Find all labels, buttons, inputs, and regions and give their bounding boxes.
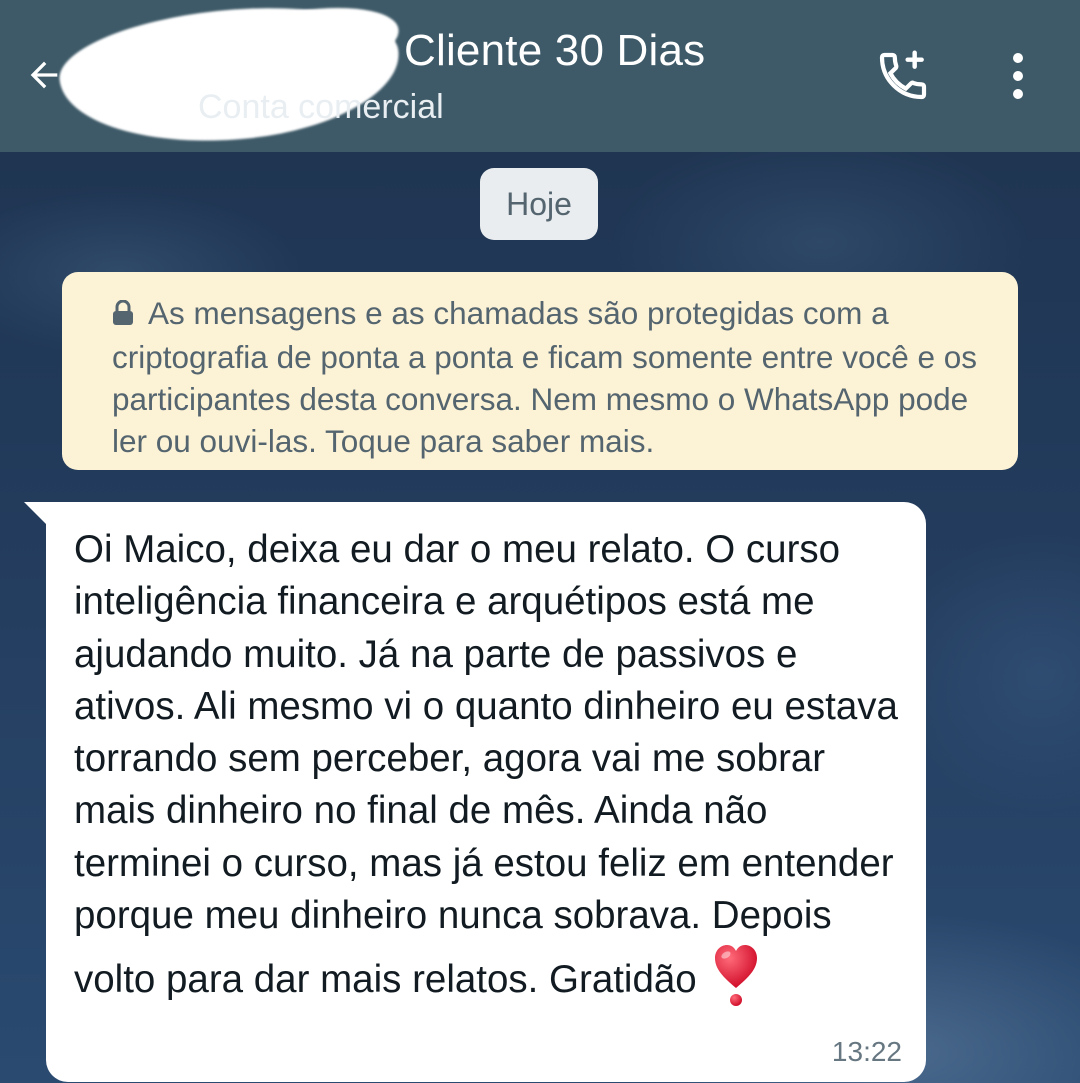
add-call-button[interactable]: [868, 44, 938, 108]
message-body: Oi Maico, deixa eu dar o meu relato. O c…: [74, 528, 898, 1002]
chat-header: Cliente 30 Dias Conta comercial: [0, 0, 1080, 158]
date-separator: Hoje: [480, 168, 598, 240]
chat-area[interactable]: Hoje As mensagens e as chamadas são prot…: [0, 152, 1080, 1083]
bubble-tail: [24, 502, 48, 526]
more-vertical-icon: [1013, 53, 1023, 99]
message-text: Oi Maico, deixa eu dar o meu relato. O c…: [74, 524, 906, 1023]
message-bubble[interactable]: Oi Maico, deixa eu dar o meu relato. O c…: [24, 502, 926, 1082]
phone-add-icon: [879, 50, 927, 100]
more-options-button[interactable]: [990, 44, 1046, 108]
heart-exclamation-icon: [713, 942, 759, 1022]
lock-icon: [112, 294, 134, 336]
message-timestamp: 13:22: [831, 1036, 902, 1067]
contact-subtitle[interactable]: Conta comercial: [198, 88, 444, 127]
encryption-notice-text: As mensagens e as chamadas são protegida…: [112, 295, 978, 459]
arrow-left-icon: [30, 61, 58, 89]
contact-name[interactable]: Cliente 30 Dias: [404, 26, 705, 76]
whatsapp-chat-screen: Cliente 30 Dias Conta comercial Hoje As …: [0, 0, 1080, 1083]
encryption-notice[interactable]: As mensagens e as chamadas são protegida…: [62, 272, 1018, 470]
